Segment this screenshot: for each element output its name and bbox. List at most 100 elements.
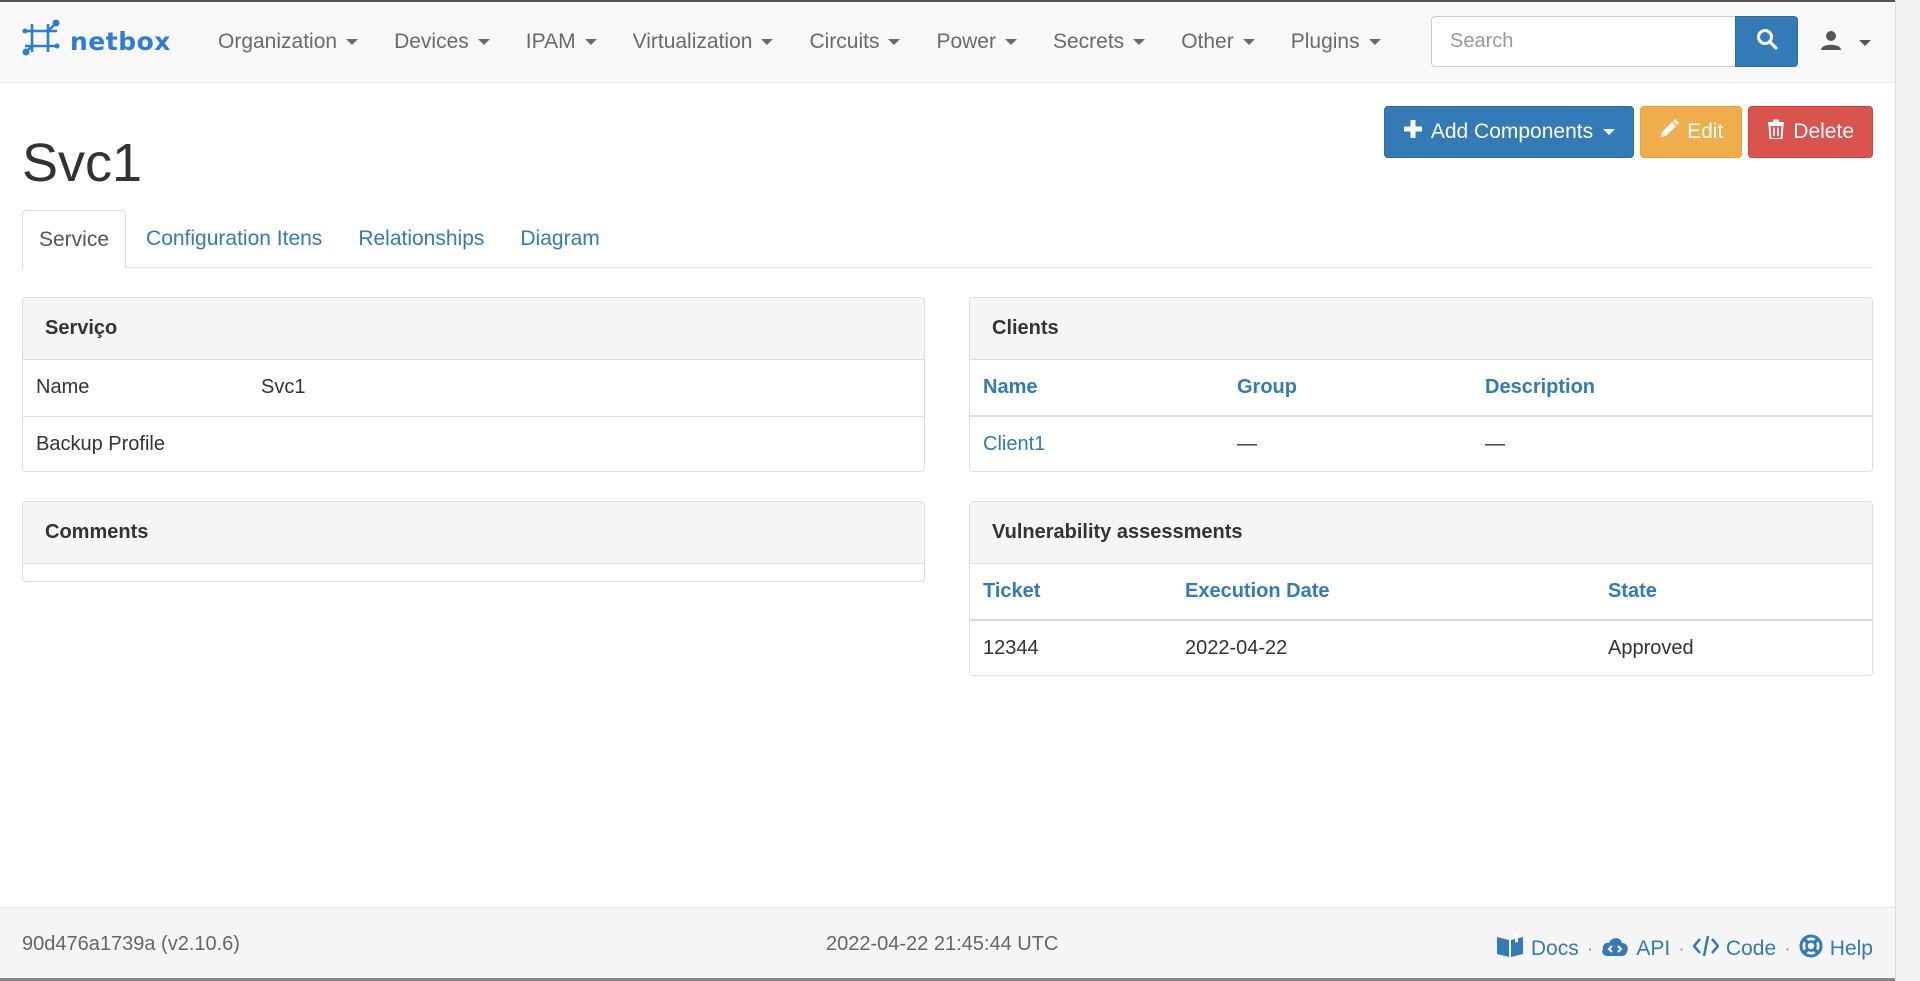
cloud-code-icon <box>1601 935 1629 963</box>
book-icon <box>1496 934 1524 964</box>
caret-down-icon <box>1004 39 1017 45</box>
comments-panel: Comments <box>22 501 925 582</box>
nav-ipam[interactable]: IPAM <box>508 2 615 82</box>
panel-title: Vulnerability assessments <box>970 502 1872 564</box>
client-group: — <box>1237 432 1257 455</box>
nav-other[interactable]: Other <box>1163 2 1273 82</box>
state-cell: Approved <box>1608 636 1694 659</box>
footer-links: Docs · API · Code · Help <box>1496 934 1873 964</box>
panel-title: Serviço <box>23 298 924 360</box>
separator: · <box>1784 937 1791 960</box>
footer-version: 90d476a1739a (v2.10.6) <box>22 933 240 955</box>
client-name-link[interactable]: Client1 <box>983 433 1045 455</box>
caret-down-icon <box>888 39 901 45</box>
ticket-cell: 12344 <box>983 636 1039 659</box>
column-header-group[interactable]: Group <box>1224 360 1472 416</box>
delete-label: Delete <box>1793 120 1854 143</box>
user-menu[interactable] <box>1820 28 1871 58</box>
nav-circuits[interactable]: Circuits <box>791 2 918 82</box>
lifebuoy-icon <box>1799 934 1823 964</box>
brand-logo[interactable]: netbox <box>22 19 171 63</box>
tab-diagram[interactable]: Diagram <box>504 210 615 268</box>
execution-date-cell: 2022-04-22 <box>1185 636 1288 659</box>
nav-label: Secrets <box>1052 30 1125 53</box>
nav-label: Virtualization <box>632 30 753 53</box>
servico-table: Name Svc1 Backup Profile <box>23 360 924 471</box>
column-header-ticket[interactable]: Ticket <box>970 564 1172 620</box>
caret-down-icon <box>1603 129 1616 135</box>
pencil-icon <box>1659 119 1680 145</box>
caret-down-icon <box>1242 39 1255 45</box>
docs-link[interactable]: Docs <box>1496 934 1579 964</box>
tab-configuration-itens[interactable]: Configuration Itens <box>130 210 338 268</box>
caret-down-icon <box>477 39 490 45</box>
field-value <box>248 415 924 471</box>
vulnerability-table: Ticket Execution Date State 12344 2022-0… <box>970 564 1872 675</box>
help-link[interactable]: Help <box>1799 934 1873 964</box>
column-header-name[interactable]: Name <box>970 360 1224 416</box>
delete-button[interactable]: Delete <box>1748 106 1873 158</box>
netbox-logo-icon <box>22 19 60 63</box>
page-title: Svc1 <box>22 133 143 193</box>
code-icon <box>1692 935 1720 963</box>
nav-plugins[interactable]: Plugins <box>1273 2 1399 82</box>
tab-service[interactable]: Service <box>22 210 127 269</box>
docs-label: Docs <box>1530 937 1579 960</box>
api-label: API <box>1636 937 1671 960</box>
user-icon <box>1820 29 1842 57</box>
servico-panel: Serviço Name Svc1 Backup Profile <box>22 297 925 472</box>
vertical-scrollbar[interactable] <box>1895 0 1920 981</box>
nav-virtualization[interactable]: Virtualization <box>615 2 792 82</box>
caret-down-icon <box>346 39 359 45</box>
caret-down-icon <box>761 39 774 45</box>
nav-devices[interactable]: Devices <box>376 2 508 82</box>
column-header-execution-date[interactable]: Execution Date <box>1172 564 1595 620</box>
nav-organization[interactable]: Organization <box>200 2 376 82</box>
action-buttons: Add Components Edit Delete <box>1383 106 1873 158</box>
field-value: Svc1 <box>261 376 306 399</box>
panel-title: Clients <box>970 298 1872 360</box>
add-components-label: Add Components <box>1430 120 1594 143</box>
client-description: — <box>1485 432 1505 455</box>
caret-down-icon <box>1859 40 1871 46</box>
table-row: Backup Profile <box>23 415 924 471</box>
caret-down-icon <box>1368 39 1381 45</box>
search-icon <box>1756 28 1778 56</box>
vulnerability-panel: Vulnerability assessments Ticket Executi… <box>969 501 1873 676</box>
nav-label: Power <box>936 30 996 53</box>
nav-label: Plugins <box>1290 30 1360 53</box>
search-input[interactable] <box>1431 16 1735 67</box>
brand-name: netbox <box>70 26 171 56</box>
nav-power[interactable]: Power <box>918 2 1035 82</box>
nav-secrets[interactable]: Secrets <box>1035 2 1163 82</box>
caret-down-icon <box>584 39 597 45</box>
client-link[interactable]: Client1 <box>970 416 1224 471</box>
caret-down-icon <box>1133 39 1146 45</box>
add-components-button[interactable]: Add Components <box>1383 106 1635 158</box>
tab-relationships[interactable]: Relationships <box>342 210 500 268</box>
search-form <box>1431 16 1798 67</box>
footer-timestamp: 2022-04-22 21:45:44 UTC <box>826 933 1059 955</box>
table-row: Client1 — — <box>970 416 1872 471</box>
nav-label: IPAM <box>525 30 576 53</box>
main-nav: Organization Devices IPAM Virtualization… <box>200 2 1399 82</box>
nav-label: Circuits <box>809 30 880 53</box>
api-link[interactable]: API <box>1601 935 1670 963</box>
help-label: Help <box>1829 937 1873 960</box>
table-header-row: Ticket Execution Date State <box>970 564 1872 620</box>
top-navbar: netbox Organization Devices IPAM Virtual… <box>0 0 1895 83</box>
column-header-state[interactable]: State <box>1595 564 1872 620</box>
search-button[interactable] <box>1735 16 1798 67</box>
table-row: Name Svc1 <box>23 360 924 416</box>
edit-button[interactable]: Edit <box>1640 106 1743 158</box>
table-header-row: Name Group Description <box>970 360 1872 416</box>
panel-title: Comments <box>23 502 924 564</box>
code-label: Code <box>1725 937 1777 960</box>
code-link[interactable]: Code <box>1692 935 1777 963</box>
clients-panel: Clients Name Group Description Client1 —… <box>969 297 1873 472</box>
plus-icon <box>1403 119 1423 145</box>
separator: · <box>1586 937 1594 960</box>
nav-label: Other <box>1181 30 1234 53</box>
table-row: 12344 2022-04-22 Approved <box>970 620 1872 675</box>
column-header-description[interactable]: Description <box>1472 360 1872 416</box>
